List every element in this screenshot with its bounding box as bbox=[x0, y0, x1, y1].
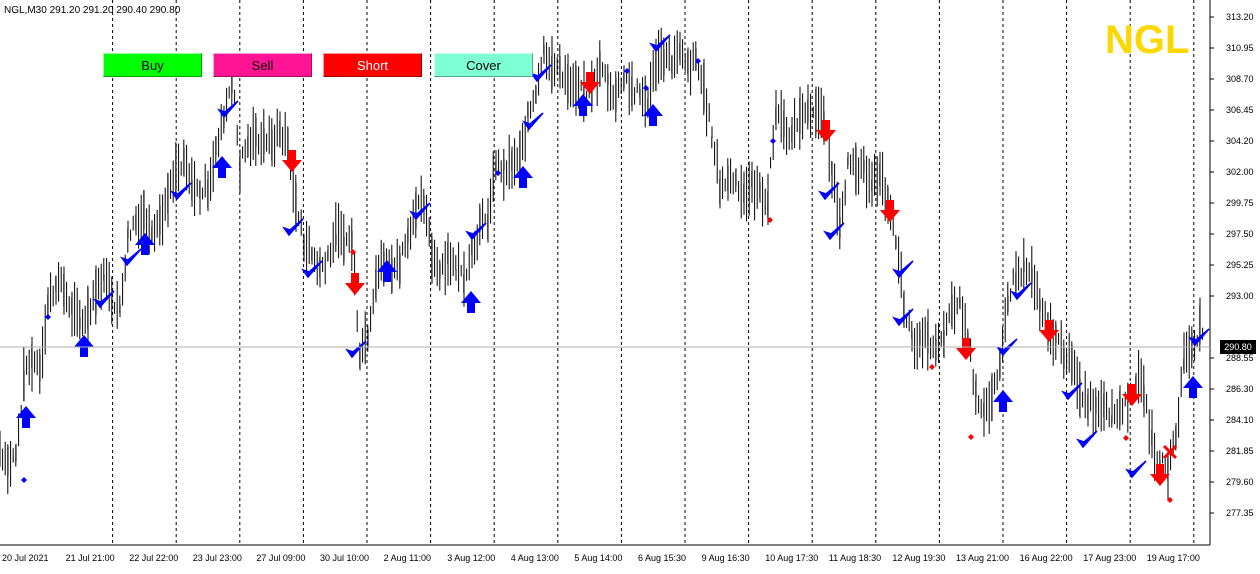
price-tick-label: 297.50 bbox=[1226, 229, 1254, 239]
time-tick-label: 19 Aug 17:00 bbox=[1147, 553, 1200, 563]
time-tick-label: 27 Jul 09:00 bbox=[256, 553, 305, 563]
sell-button[interactable]: Sell bbox=[213, 53, 312, 77]
price-tick-label: 293.00 bbox=[1226, 291, 1254, 301]
price-tick-label: 277.35 bbox=[1226, 508, 1254, 518]
time-tick-label: 4 Aug 13:00 bbox=[511, 553, 559, 563]
time-tick-label: 13 Aug 21:00 bbox=[956, 553, 1009, 563]
time-tick-label: 21 Jul 21:00 bbox=[66, 553, 115, 563]
time-tick-label: 2 Aug 11:00 bbox=[384, 553, 431, 563]
price-tick-label: 304.20 bbox=[1226, 136, 1254, 146]
price-tick-label: 284.10 bbox=[1226, 415, 1254, 425]
price-chart[interactable]: 313.20 310.95 308.70 306.45 304.20 302.00 299.… bbox=[0, 0, 1260, 569]
time-tick-label: 23 Jul 23:00 bbox=[193, 553, 242, 563]
time-tick-label: 16 Aug 22:00 bbox=[1020, 553, 1073, 563]
time-tick-label: 3 Aug 12:00 bbox=[447, 553, 495, 563]
price-tick-label: 306.45 bbox=[1226, 105, 1254, 115]
symbol-info: NGL,M30 291.20 291.20 290.40 290.80 bbox=[4, 5, 181, 16]
short-button[interactable]: Short bbox=[323, 53, 422, 77]
current-price-tag: 290.80 bbox=[1220, 340, 1256, 354]
time-tick-label: 12 Aug 19:30 bbox=[892, 553, 945, 563]
symbol-watermark: NGL bbox=[1105, 18, 1190, 62]
price-tick-label: 279.60 bbox=[1226, 477, 1254, 487]
price-tick-label: 295.25 bbox=[1226, 260, 1254, 270]
price-tick-label: 313.20 bbox=[1226, 12, 1254, 22]
price-tick-label: 310.95 bbox=[1226, 43, 1254, 53]
price-tick-label: 288.55 bbox=[1226, 353, 1254, 363]
time-tick-label: 10 Aug 17:30 bbox=[765, 553, 818, 563]
time-tick-label: 20 Jul 2021 bbox=[2, 553, 49, 563]
cover-button[interactable]: Cover bbox=[434, 53, 533, 77]
price-tick-label: 286.30 bbox=[1226, 384, 1254, 394]
time-tick-label: 30 Jul 10:00 bbox=[320, 553, 369, 563]
price-tick-label: 302.00 bbox=[1226, 167, 1254, 177]
time-tick-label: 22 Jul 22:00 bbox=[129, 553, 178, 563]
price-tick-label: 299.75 bbox=[1226, 198, 1254, 208]
price-tick-label: 281.85 bbox=[1226, 446, 1254, 456]
time-tick-label: 5 Aug 14:00 bbox=[574, 553, 622, 563]
chart-canvas[interactable]: 313.20 310.95 308.70 306.45 304.20 302.00 299.… bbox=[0, 0, 1260, 569]
buy-button[interactable]: Buy bbox=[103, 53, 202, 77]
time-tick-label: 9 Aug 16:30 bbox=[702, 553, 750, 563]
time-tick-label: 17 Aug 23:00 bbox=[1083, 553, 1136, 563]
price-tick-label: 308.70 bbox=[1226, 74, 1254, 84]
time-tick-label: 6 Aug 15:30 bbox=[638, 553, 686, 563]
time-tick-label: 11 Aug 18:30 bbox=[829, 553, 881, 563]
